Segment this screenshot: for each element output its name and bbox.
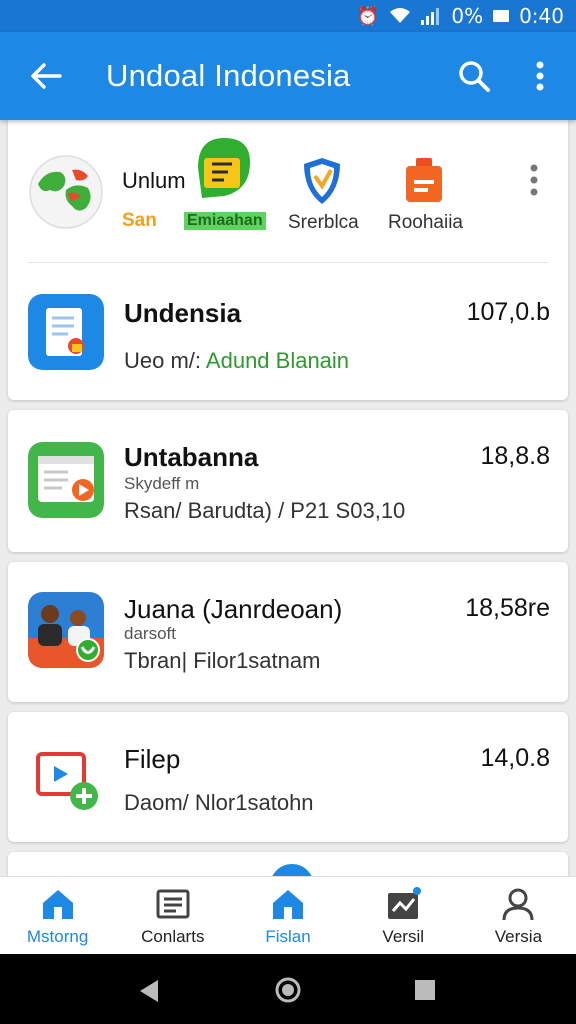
status-bar: ⏰ 0% 0:40 <box>0 0 576 32</box>
shield-icon[interactable] <box>300 156 344 206</box>
app-name: Untabanna <box>124 442 259 472</box>
home-icon <box>42 889 73 919</box>
app-subtitle-prefix: Ueo m/: <box>124 348 206 373</box>
nav-label: Versil <box>382 926 424 946</box>
video-player-icon <box>28 442 104 518</box>
alarm-icon: ⏰ <box>356 5 380 27</box>
app-name: Undensia <box>124 298 242 328</box>
nav-item-home[interactable]: Mstorng <box>0 877 115 954</box>
system-home-icon[interactable] <box>274 976 302 1004</box>
chip-label-3[interactable]: Roohaiia <box>388 212 463 234</box>
app-subtitle: Tbran| Filor1satnam <box>124 648 321 673</box>
partial-badge <box>270 864 314 876</box>
app-size: 107,0.b <box>466 298 550 326</box>
page-title: Undoal Indonesia <box>106 58 351 93</box>
app-subtitle-highlight: Adund Blanain <box>205 348 350 373</box>
app-bar: Undoal Indonesia <box>0 32 576 120</box>
app-size: 18,58re <box>465 594 550 622</box>
nav-item-fislan[interactable]: Fislan <box>230 877 345 954</box>
nav-label: Versia <box>494 926 543 946</box>
list-item[interactable]: Juana (Janrdeoan) 18,58re darsoft Tbran|… <box>8 562 568 702</box>
app-subtitle: Daom/ Nlor1satohn <box>124 790 314 815</box>
app-name: Filep <box>124 744 181 774</box>
back-arrow-icon[interactable] <box>26 56 66 96</box>
globe-icon[interactable] <box>28 154 104 230</box>
app-size: 14,0.8 <box>480 744 550 772</box>
briefcase-icon[interactable] <box>404 156 444 204</box>
app-subtitle: Rsan/ Barudta) / P21 S03,10 <box>124 498 406 523</box>
list-item[interactable] <box>8 852 568 876</box>
nav-label: Mstorng <box>26 926 89 946</box>
bottom-navigation: Mstorng Conlarts Fislan Versil Versia <box>0 876 576 954</box>
people-photo-icon <box>28 592 104 668</box>
sticker-icon[interactable] <box>188 132 256 204</box>
featured-card: Unlum San Emiaahan Srerblca Roohaiia Und… <box>8 120 568 400</box>
nav-item-contacts[interactable]: Conlarts <box>115 877 230 954</box>
chip-label-2[interactable]: Srerblca <box>288 212 359 234</box>
wifi-icon <box>390 8 411 23</box>
video-add-icon <box>28 738 104 814</box>
nav-label: Fislan <box>265 926 311 946</box>
list-item[interactable]: Untabanna 18,8.8 Skydeff m Rsan/ Barudta… <box>8 410 568 552</box>
card-more-icon[interactable] <box>522 162 546 198</box>
person-icon <box>502 888 534 920</box>
search-icon[interactable] <box>454 56 494 96</box>
signal-icon <box>421 8 440 25</box>
chip-label-1[interactable]: Emiaahan <box>184 212 266 230</box>
system-recents-icon[interactable] <box>414 979 436 1001</box>
document-icon <box>28 294 104 370</box>
system-navigation-bar <box>0 954 576 1024</box>
divider <box>28 262 548 263</box>
nav-item-versia[interactable]: Versia <box>461 877 576 954</box>
list-item[interactable]: Undensia 107,0.b Ueo m/: Adund Blanain <box>8 264 568 400</box>
app-size: 18,8.8 <box>480 442 550 470</box>
app-developer: darsoft <box>124 624 176 643</box>
clock: 0:40 <box>519 4 564 28</box>
system-back-icon[interactable] <box>136 978 162 1004</box>
more-vert-icon[interactable] <box>524 56 556 96</box>
content-area[interactable]: Unlum San Emiaahan Srerblca Roohaiia Und… <box>0 120 576 876</box>
nav-item-versil[interactable]: Versil <box>346 877 461 954</box>
chip-label-0[interactable]: San <box>122 210 157 232</box>
nav-label: Conlarts <box>141 926 205 946</box>
app-subtitle: Ueo m/: Adund Blanain <box>124 348 349 374</box>
home-icon <box>273 889 303 919</box>
chip-title-0[interactable]: Unlum <box>122 168 186 194</box>
list-item[interactable]: Filep 14,0.8 Daom/ Nlor1satohn <box>8 712 568 842</box>
battery-icon <box>493 10 510 22</box>
app-name: Juana (Janrdeoan) <box>124 594 343 624</box>
list-icon <box>156 889 190 918</box>
app-developer: Skydeff m <box>124 474 200 493</box>
inbox-chart-icon <box>388 886 422 919</box>
battery-percent: 0% <box>451 4 484 28</box>
